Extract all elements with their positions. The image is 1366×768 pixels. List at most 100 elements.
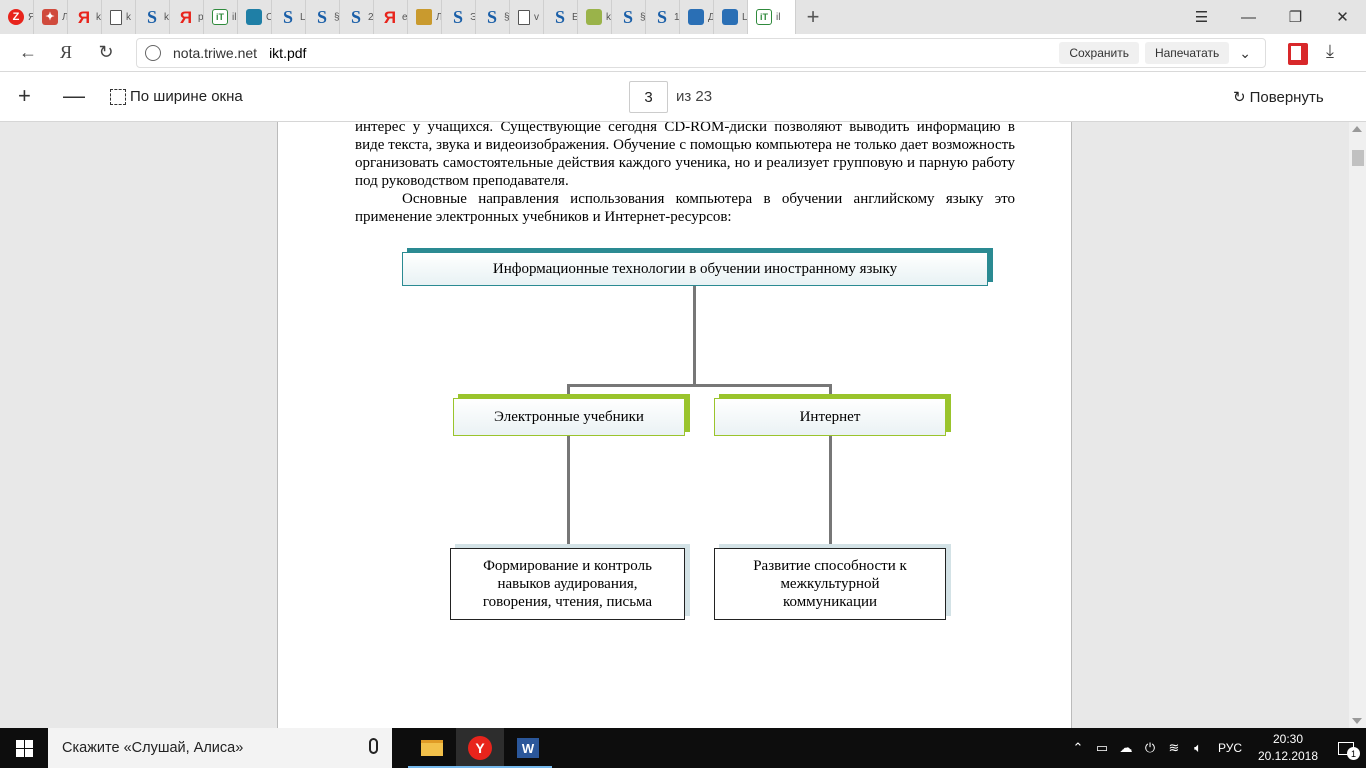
zoom-in-icon[interactable]: + — [18, 85, 31, 107]
browser-tab[interactable]: Д — [680, 0, 714, 34]
it-site-icon: iT — [212, 9, 228, 25]
restore-button[interactable]: ❐ — [1272, 0, 1319, 34]
browser-tab[interactable]: ✦ Л — [34, 0, 68, 34]
tab-label: 1 — [674, 11, 680, 23]
tab-label: 2 — [368, 11, 374, 23]
browser-tab[interactable]: S1 — [646, 0, 680, 34]
s-site-icon: S — [282, 7, 293, 27]
browser-tab[interactable]: S § — [306, 0, 340, 34]
rotate-icon: ↻ — [1233, 89, 1246, 106]
document-icon — [110, 9, 122, 25]
browser-tab[interactable]: SL — [272, 0, 306, 34]
rotate-button[interactable]: ↻ Повернуть — [1233, 88, 1324, 107]
abstract-icon: ✦ — [42, 9, 58, 25]
browser-tab[interactable]: SЭ — [442, 0, 476, 34]
print-button[interactable]: Напечатать — [1144, 42, 1230, 64]
word-icon: W — [517, 738, 539, 758]
tab-bar: ZЯ✦ЛЯkkSkЯрiTilСSLS§S2ЯеЛSЭS§vSEkS§S1ДLi… — [0, 0, 1366, 34]
yandex-logo-icon[interactable]: Я — [46, 34, 86, 72]
browser-tab[interactable]: S § — [476, 0, 510, 34]
diagram-leaf-box: Развитие способности к межкультурной ком… — [714, 548, 946, 620]
s-site-icon: S — [452, 7, 463, 27]
tab-label: § — [640, 11, 646, 23]
yandex-browser-icon: Y — [468, 736, 492, 760]
window-controls: ☰ — ❐ ✕ — [1178, 0, 1366, 34]
s-site-icon: S — [316, 7, 327, 27]
s-site-icon: S — [622, 7, 633, 27]
diagram-root-box: Информационные технологии в обучении ино… — [402, 252, 988, 286]
bookmark-icon[interactable] — [1288, 43, 1308, 65]
start-button[interactable] — [0, 728, 48, 768]
fit-width-button[interactable]: По ширине окна — [110, 88, 243, 105]
scroll-up-icon[interactable] — [1352, 126, 1362, 132]
browser-tab[interactable]: S2 — [340, 0, 374, 34]
tab-label: il — [232, 11, 237, 23]
wifi-icon[interactable]: ≋ — [1162, 728, 1186, 768]
pdf-viewport: интерес у учащихся. Существующие сегодня… — [0, 122, 1366, 728]
yandex-z-icon: Z — [8, 9, 24, 25]
chevron-up-icon[interactable]: ⌃ — [1066, 728, 1090, 768]
close-button[interactable]: ✕ — [1319, 0, 1366, 34]
document-icon — [518, 9, 530, 25]
connector-line — [829, 436, 832, 548]
language-indicator[interactable]: РУС — [1210, 741, 1250, 755]
yandex-browser-button[interactable]: Y — [456, 728, 504, 768]
tab-label: k — [96, 11, 101, 23]
tab-label: v — [534, 11, 539, 23]
file-explorer-button[interactable] — [408, 728, 456, 768]
scroll-down-icon[interactable] — [1352, 718, 1362, 724]
taskbar: Скажите «Слушай, Алиса» Y W ⌃ ▭ ☁ ⏻ ≋ 🔈︎… — [0, 728, 1366, 768]
tab-label: е — [402, 11, 408, 23]
browser-tab[interactable]: L — [714, 0, 748, 34]
back-button[interactable]: ← — [8, 34, 48, 72]
browser-tab[interactable]: Л — [408, 0, 442, 34]
notification-center-button[interactable]: 1 — [1326, 728, 1366, 768]
browser-tab[interactable]: iT il — [204, 0, 238, 34]
vertical-scrollbar[interactable] — [1349, 122, 1366, 728]
browser-tab[interactable]: k — [578, 0, 612, 34]
search-placeholder: Скажите «Слушай, Алиса» — [62, 740, 244, 756]
browser-tab[interactable]: ZЯ — [0, 0, 34, 34]
microphone-icon[interactable] — [369, 738, 378, 754]
browser-tab[interactable]: Яе — [374, 0, 408, 34]
tab-label: k — [606, 11, 611, 23]
browser-tab[interactable]: SE — [544, 0, 578, 34]
cloud-icon[interactable]: ☁ — [1114, 728, 1138, 768]
volume-icon[interactable]: 🔈︎ — [1186, 728, 1210, 768]
chevron-down-icon[interactable]: ⌄ — [1235, 45, 1255, 62]
browser-tab[interactable]: Яk — [68, 0, 102, 34]
homestead-icon — [586, 9, 602, 25]
tabs-menu-icon[interactable]: ☰ — [1178, 0, 1225, 34]
alice-search-box[interactable]: Скажите «Слушай, Алиса» — [48, 728, 392, 768]
browser-tab[interactable]: S § — [612, 0, 646, 34]
browser-tab[interactable]: Яр — [170, 0, 204, 34]
reload-button[interactable]: ↻ — [86, 34, 126, 72]
browser-tab[interactable]: Sk — [136, 0, 170, 34]
url-path: ikt.pdf — [269, 45, 307, 61]
browser-tab[interactable]: k — [102, 0, 136, 34]
rotate-label: Повернуть — [1249, 88, 1324, 106]
page-total: из 23 — [676, 88, 713, 105]
scroll-thumb[interactable] — [1352, 150, 1364, 166]
page-number-input[interactable]: 3 — [629, 81, 668, 113]
minimize-button[interactable]: — — [1225, 0, 1272, 34]
browser-tab[interactable]: v — [510, 0, 544, 34]
browser-tab[interactable]: С — [238, 0, 272, 34]
url-field[interactable]: nota.triwe.net ikt.pdf Сохранить Напечат… — [136, 38, 1266, 68]
save-button[interactable]: Сохранить — [1059, 42, 1139, 64]
globe-icon — [145, 45, 161, 61]
yandex-icon: Я — [383, 7, 397, 27]
diagram-branch-box: Интернет — [714, 398, 946, 436]
download-icon[interactable]: ⤓ — [1326, 41, 1334, 62]
system-tray: ⌃ ▭ ☁ ⏻ ≋ 🔈︎ РУС 20:30 20.12.2018 1 — [1066, 728, 1366, 768]
clock[interactable]: 20:30 20.12.2018 — [1250, 731, 1326, 765]
power-icon[interactable]: ⏻ — [1138, 728, 1162, 768]
folder-icon — [421, 740, 443, 756]
it-site-icon: iT — [756, 9, 772, 25]
browser-tab[interactable]: iT il — [748, 0, 796, 34]
word-button[interactable]: W — [504, 728, 552, 768]
tab-label: § — [504, 11, 510, 23]
zoom-out-icon[interactable]: — — [63, 85, 85, 107]
battery-icon[interactable]: ▭ — [1090, 728, 1114, 768]
new-tab-button[interactable]: + — [796, 0, 830, 34]
